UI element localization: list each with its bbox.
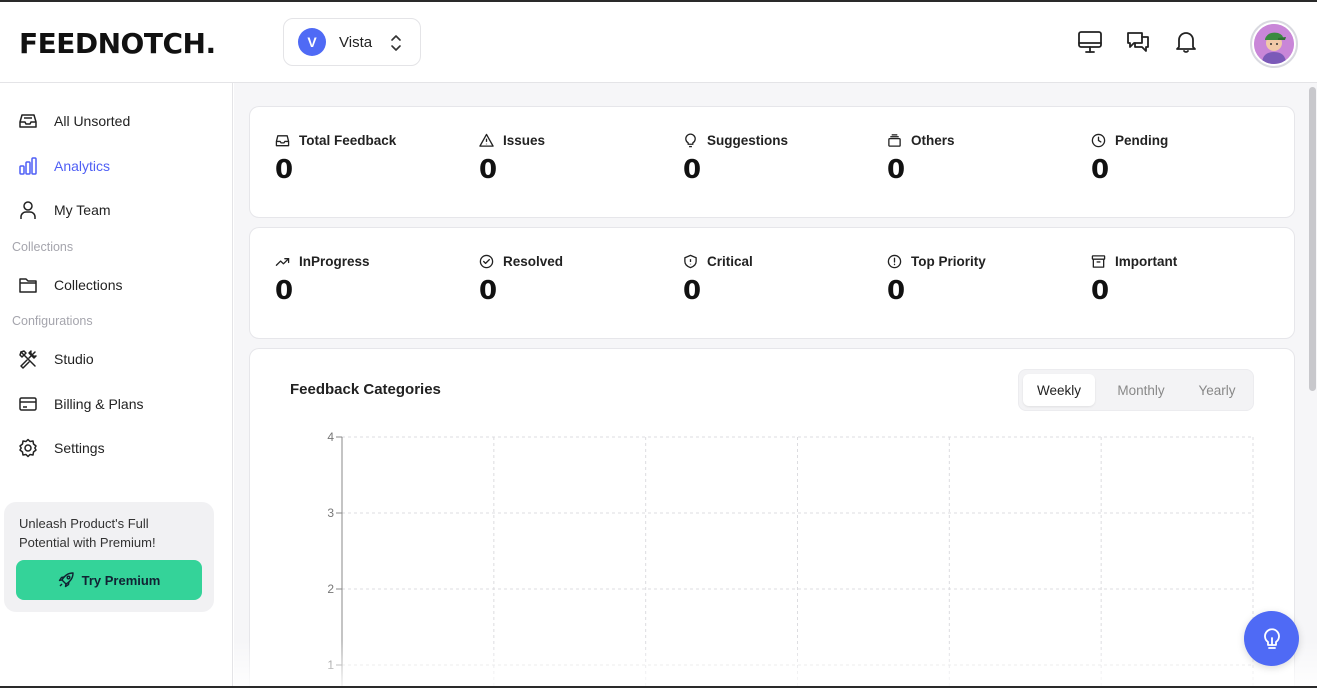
bell-icon[interactable] (1173, 29, 1199, 55)
folder-icon (19, 278, 37, 293)
workspace-name: Vista (339, 33, 373, 51)
stat-value: 0 (887, 155, 906, 185)
gear-icon (19, 438, 37, 458)
stats-card-overview: Total Feedback 0 Issues 0 Suggestions 0 … (249, 106, 1295, 218)
main-content: Total Feedback 0 Issues 0 Suggestions 0 … (234, 83, 1317, 686)
stat-label: Critical (707, 253, 753, 269)
stack-icon (888, 133, 901, 147)
alert-circle-icon (887, 254, 902, 268)
section-label-configurations: Configurations (12, 314, 93, 328)
trend-up-icon (275, 257, 290, 266)
stat-issues: Issues 0 (479, 131, 679, 186)
stat-label: Total Feedback (299, 132, 397, 148)
stat-others: Others 0 (887, 131, 1087, 186)
stat-value: 0 (1091, 276, 1110, 306)
lightbulb-icon (685, 132, 696, 147)
stat-resolved: Resolved 0 (479, 252, 679, 307)
workspace-switcher[interactable]: V Vista (283, 18, 421, 66)
stat-label: Suggestions (707, 132, 789, 148)
sidebar-item-label: Studio (54, 351, 94, 367)
lightbulb-icon (1263, 627, 1280, 649)
y-axis-tick-label: 4 (327, 430, 334, 444)
stat-label: Important (1115, 253, 1178, 269)
stat-value: 0 (683, 276, 702, 306)
chat-icon[interactable] (1125, 29, 1151, 55)
bar-chart-icon (19, 157, 37, 175)
avatar-illustration (1254, 24, 1294, 64)
sidebar-item-collections[interactable]: Collections (18, 273, 122, 297)
user-icon (20, 201, 36, 219)
section-label-collections: Collections (12, 240, 74, 254)
scrollbar-thumb[interactable] (1309, 87, 1316, 391)
sidebar-item-analytics[interactable]: Analytics (18, 154, 110, 178)
stat-value: 0 (887, 276, 906, 306)
feedback-widget-button[interactable] (1244, 611, 1299, 666)
sidebar-item-label: My Team (54, 202, 111, 218)
warning-icon (479, 133, 494, 147)
y-axis-tick-label: 3 (327, 506, 334, 520)
inbox-icon (275, 134, 290, 146)
user-avatar[interactable] (1250, 20, 1298, 68)
stat-label: Top Priority (911, 253, 986, 269)
clock-icon (1091, 133, 1106, 147)
stats-card-status: InProgress 0 Resolved 0 Critical 0 Top P… (249, 227, 1295, 339)
archive-icon (1091, 254, 1106, 268)
chevron-up-down-icon (391, 35, 401, 51)
sidebar-item-label: Settings (54, 440, 105, 456)
rocket-icon (58, 572, 74, 588)
stat-label: Pending (1115, 132, 1169, 148)
sidebar: All Unsorted Analytics My Team Collectio… (0, 83, 233, 686)
stat-value: 0 (479, 155, 498, 185)
stat-pending: Pending 0 (1091, 131, 1291, 186)
sidebar-item-label: Billing & Plans (54, 396, 144, 412)
sidebar-item-settings[interactable]: Settings (18, 436, 105, 460)
stat-value: 0 (1091, 155, 1110, 185)
inbox-icon (19, 114, 37, 128)
stat-inprogress: InProgress 0 (275, 252, 475, 307)
feedback-categories-card: Feedback Categories Weekly Monthly Yearl… (249, 348, 1295, 686)
stat-suggestions: Suggestions 0 (683, 131, 883, 186)
stat-total-feedback: Total Feedback 0 (275, 131, 475, 186)
top-header: FEEDNOTCH. V Vista (0, 2, 1317, 83)
workspace-avatar: V (298, 28, 326, 56)
sidebar-item-billing[interactable]: Billing & Plans (18, 392, 144, 416)
stat-label: Others (911, 132, 955, 148)
sidebar-item-label: All Unsorted (54, 113, 131, 129)
y-axis-tick-label: 1 (327, 658, 334, 672)
sidebar-item-my-team[interactable]: My Team (18, 198, 111, 222)
feedback-categories-chart: 1 2 3 4 (327, 430, 1254, 686)
sidebar-item-all-unsorted[interactable]: All Unsorted (18, 109, 130, 133)
sidebar-item-label: Analytics (54, 158, 111, 174)
stat-label: Resolved (503, 253, 564, 269)
stat-value: 0 (683, 155, 702, 185)
y-axis-tick-label: 2 (327, 582, 334, 596)
sidebar-item-label: Collections (54, 277, 123, 293)
stat-label: Issues (503, 132, 546, 148)
monitor-icon[interactable] (1077, 29, 1103, 55)
try-premium-button[interactable]: Try Premium (16, 560, 202, 600)
try-premium-label: Try Premium (81, 572, 161, 588)
stat-value: 0 (275, 276, 294, 306)
check-circle-icon (479, 254, 494, 268)
promo-text: Unleash Product's Full Potential with Pr… (19, 516, 156, 550)
stat-value: 0 (275, 155, 294, 185)
stat-label: InProgress (299, 253, 370, 269)
sidebar-item-studio[interactable]: Studio (18, 347, 94, 371)
premium-promo-card: Unleash Product's Full Potential with Pr… (4, 502, 214, 612)
stat-value: 0 (479, 276, 498, 306)
credit-card-icon (19, 397, 37, 411)
app-logo[interactable]: FEEDNOTCH. (19, 30, 216, 58)
tools-icon (19, 350, 37, 369)
stat-important: Important 0 (1091, 252, 1291, 307)
shield-icon (684, 254, 697, 268)
scrollbar[interactable] (1308, 83, 1317, 686)
stat-critical: Critical 0 (683, 252, 883, 307)
stat-top-priority: Top Priority 0 (887, 252, 1087, 307)
